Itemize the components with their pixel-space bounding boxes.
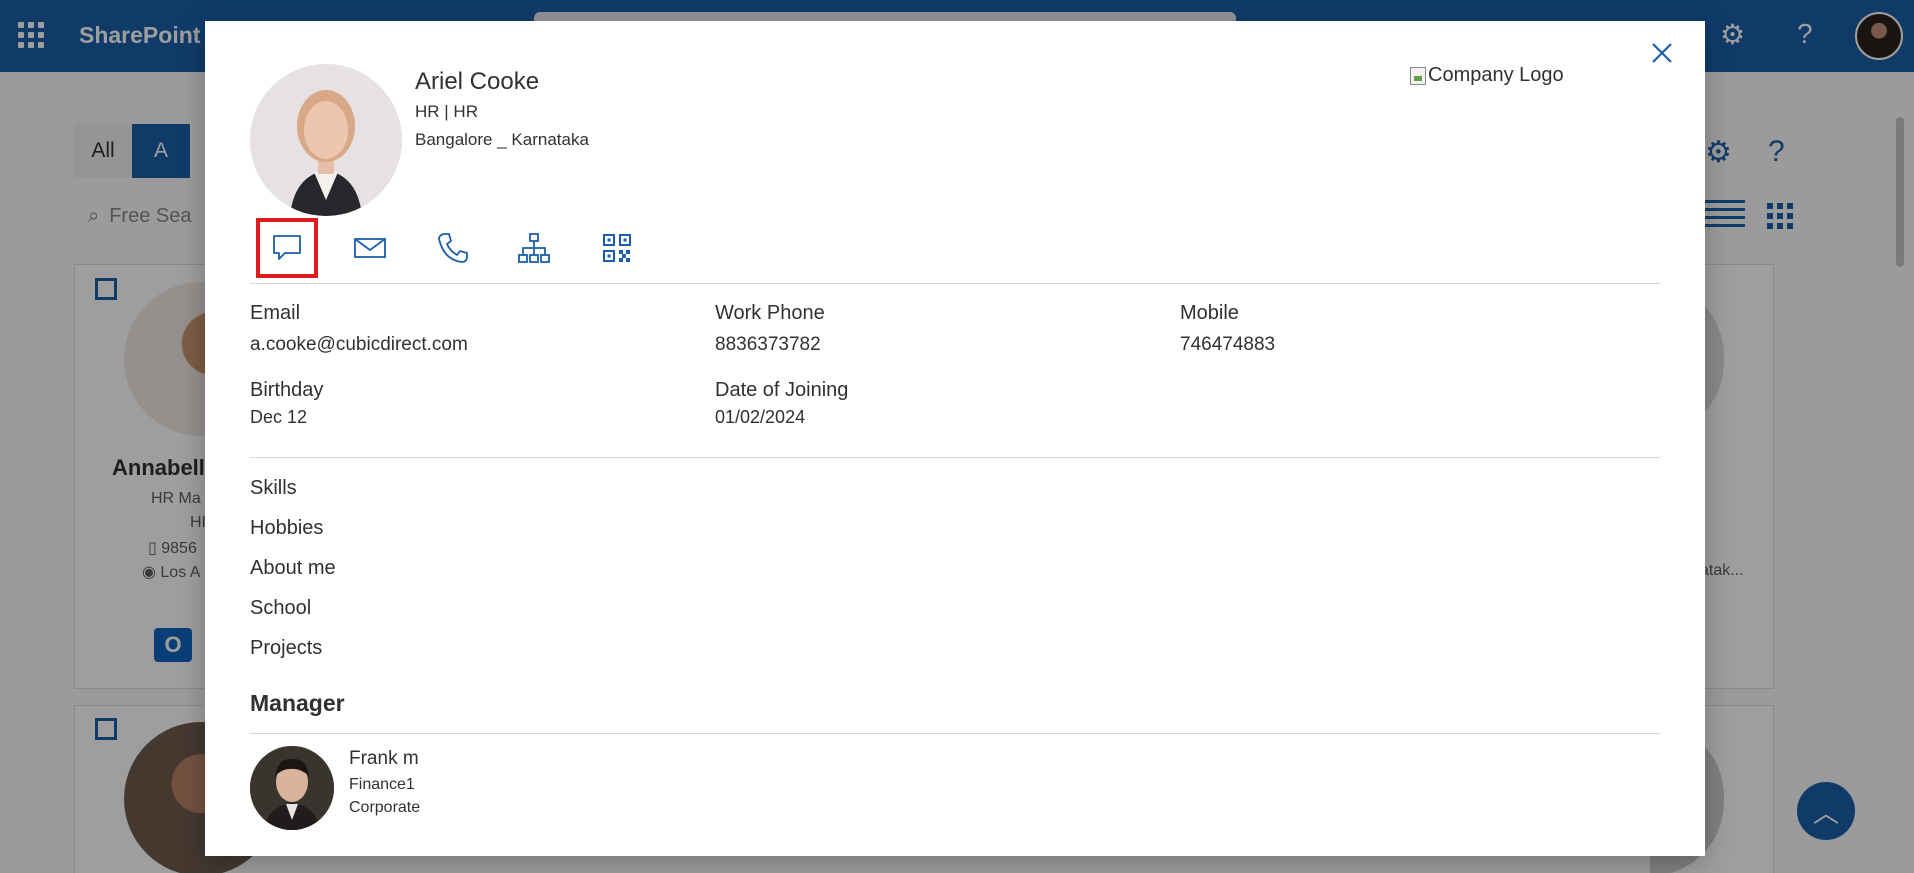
mail-button[interactable] (339, 218, 401, 278)
date-of-joining-label: Date of Joining (715, 379, 849, 401)
email-value[interactable]: a.cooke@cubicdirect.com (250, 334, 468, 356)
close-icon (1652, 43, 1672, 63)
manager-name[interactable]: Frank m (349, 748, 419, 770)
birthday-label: Birthday (250, 379, 324, 401)
company-logo: Company Logo (1410, 64, 1564, 87)
manager-location: Corporate (349, 799, 421, 816)
divider (250, 283, 1660, 284)
chat-button[interactable] (256, 218, 318, 278)
mobile-value[interactable]: 746474883 (1180, 334, 1275, 356)
mobile-label: Mobile (1180, 302, 1239, 324)
profile-photo (250, 64, 402, 216)
profile-department: HR | HR (415, 102, 478, 121)
projects-section[interactable]: Projects (250, 637, 322, 660)
about-me-section[interactable]: About me (250, 557, 336, 580)
qr-code-icon (603, 234, 631, 262)
call-button[interactable] (422, 218, 484, 278)
divider (250, 733, 1660, 734)
qr-code-button[interactable] (586, 218, 648, 278)
profile-name: Ariel Cooke (415, 68, 540, 95)
work-phone-label: Work Phone (715, 302, 825, 324)
company-logo-alt-text: Company Logo (1428, 64, 1564, 86)
org-chart-button[interactable] (503, 218, 565, 278)
profile-location: Bangalore _ Karnataka (415, 130, 589, 149)
school-section[interactable]: School (250, 597, 311, 620)
manager-heading: Manager (250, 690, 345, 716)
manager-department: Finance1 (349, 776, 415, 793)
email-label: Email (250, 302, 301, 324)
skills-section[interactable]: Skills (250, 477, 297, 500)
manager-photo[interactable] (250, 746, 334, 830)
org-chart-icon (518, 233, 550, 263)
close-button[interactable] (1645, 36, 1679, 70)
broken-image-icon (1410, 66, 1426, 85)
phone-icon (438, 233, 468, 263)
date-of-joining-value: 01/02/2024 (715, 407, 806, 427)
work-phone-value[interactable]: 8836373782 (715, 334, 821, 356)
hobbies-section[interactable]: Hobbies (250, 517, 323, 540)
mail-icon (354, 238, 386, 258)
chat-icon (273, 235, 301, 260)
divider (250, 457, 1660, 458)
birthday-value: Dec 12 (250, 407, 308, 427)
